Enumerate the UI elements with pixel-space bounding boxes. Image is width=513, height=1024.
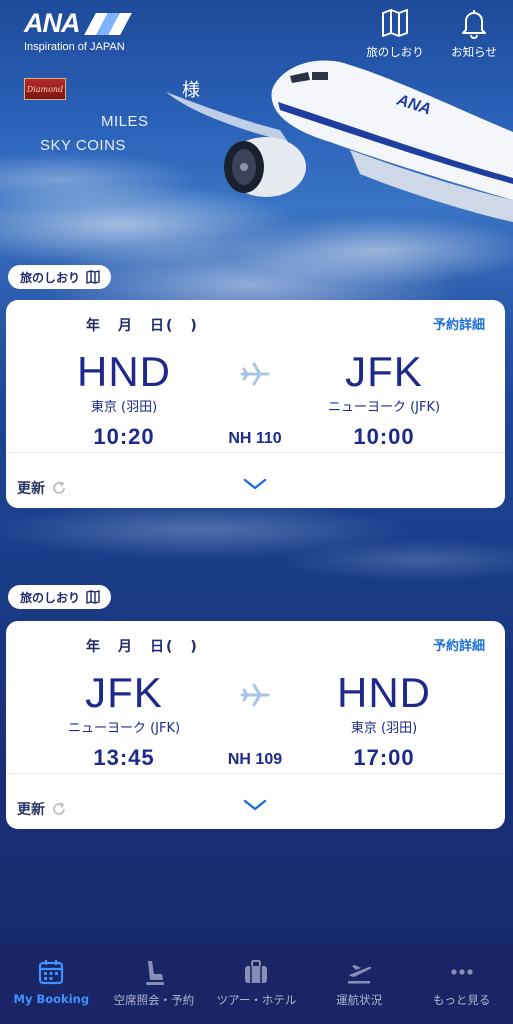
arrival-time: 17:00 bbox=[353, 745, 415, 770]
diamond-status-badge: Diamond bbox=[24, 78, 66, 100]
arrival-time: 10:00 bbox=[353, 424, 415, 449]
bell-icon bbox=[462, 10, 486, 39]
refresh-button[interactable]: 更新 bbox=[17, 478, 67, 498]
departure-time: 13:45 bbox=[93, 745, 155, 770]
origin-city: ニューヨーク (JFK) bbox=[67, 721, 181, 736]
flight-date: 年 月 日( ) bbox=[86, 318, 199, 334]
destination-city: 東京 (羽田) bbox=[350, 721, 418, 736]
destination-city: ニューヨーク (JFK) bbox=[327, 400, 441, 415]
flight-number: NH 110 bbox=[228, 430, 282, 447]
plane-icon bbox=[240, 683, 270, 707]
logo-text: ANA bbox=[24, 8, 80, 38]
origin-city: 東京 (羽田) bbox=[90, 400, 158, 415]
destination-airport-code: JFK bbox=[345, 348, 423, 395]
travel-guide-section-label[interactable]: 旅のしおり bbox=[8, 585, 112, 609]
chevron-down-icon[interactable] bbox=[242, 476, 268, 492]
ana-logo: ANA Inspiration of JAPAN bbox=[24, 8, 132, 53]
tab-tours-hotels[interactable]: ツアー・ホテル bbox=[205, 944, 308, 1024]
calendar-icon bbox=[39, 960, 64, 985]
suitcase-icon bbox=[245, 960, 268, 983]
travel-guide-section-label[interactable]: 旅のしおり bbox=[8, 265, 112, 289]
reservation-details-link[interactable]: 予約詳細 bbox=[433, 635, 485, 654]
map-icon bbox=[86, 270, 100, 284]
seat-icon bbox=[145, 961, 164, 985]
flight-number: NH 109 bbox=[227, 751, 283, 768]
airplane-illustration: ANA bbox=[166, 60, 513, 222]
tab-more[interactable]: もっと見る bbox=[410, 944, 513, 1024]
origin-airport-code: HND bbox=[77, 348, 171, 395]
refresh-icon bbox=[53, 481, 65, 494]
map-icon bbox=[86, 590, 100, 604]
refresh-button[interactable]: 更新 bbox=[17, 799, 67, 819]
departure-icon bbox=[348, 965, 372, 984]
tab-flight-status[interactable]: 運航状況 bbox=[308, 944, 411, 1024]
departure-time: 10:20 bbox=[93, 424, 155, 449]
more-icon bbox=[451, 969, 473, 975]
booking-card[interactable]: 年 月 日( ) 予約詳細 JFK HND ニューヨーク (JFK) 東京 (羽… bbox=[6, 621, 505, 829]
bottom-tab-bar: My Booking 空席照会・予約 ツアー・ホテル 運航状況 もっと見る bbox=[0, 944, 513, 1024]
divider bbox=[6, 452, 505, 453]
destination-airport-code: HND bbox=[337, 669, 431, 716]
miles-label: MILES bbox=[101, 113, 149, 130]
logo-stripes-icon bbox=[83, 12, 132, 35]
booking-card[interactable]: 年 月 日( ) 予約詳細 HND JFK 東京 (羽田) ニューヨーク (JF… bbox=[6, 300, 505, 508]
flight-date: 年 月 日( ) bbox=[86, 639, 199, 655]
divider bbox=[6, 773, 505, 774]
reservation-details-link[interactable]: 予約詳細 bbox=[433, 314, 485, 333]
origin-airport-code: JFK bbox=[85, 669, 163, 716]
tab-my-booking[interactable]: My Booking bbox=[0, 944, 103, 1024]
refresh-icon bbox=[53, 802, 65, 815]
logo-tagline: Inspiration of JAPAN bbox=[24, 41, 125, 53]
plane-icon bbox=[240, 362, 270, 386]
tab-seat-availability[interactable]: 空席照会・予約 bbox=[103, 944, 206, 1024]
map-icon bbox=[382, 9, 408, 37]
sky-coins-label: SKY COINS bbox=[40, 137, 126, 154]
chevron-down-icon[interactable] bbox=[242, 797, 268, 813]
